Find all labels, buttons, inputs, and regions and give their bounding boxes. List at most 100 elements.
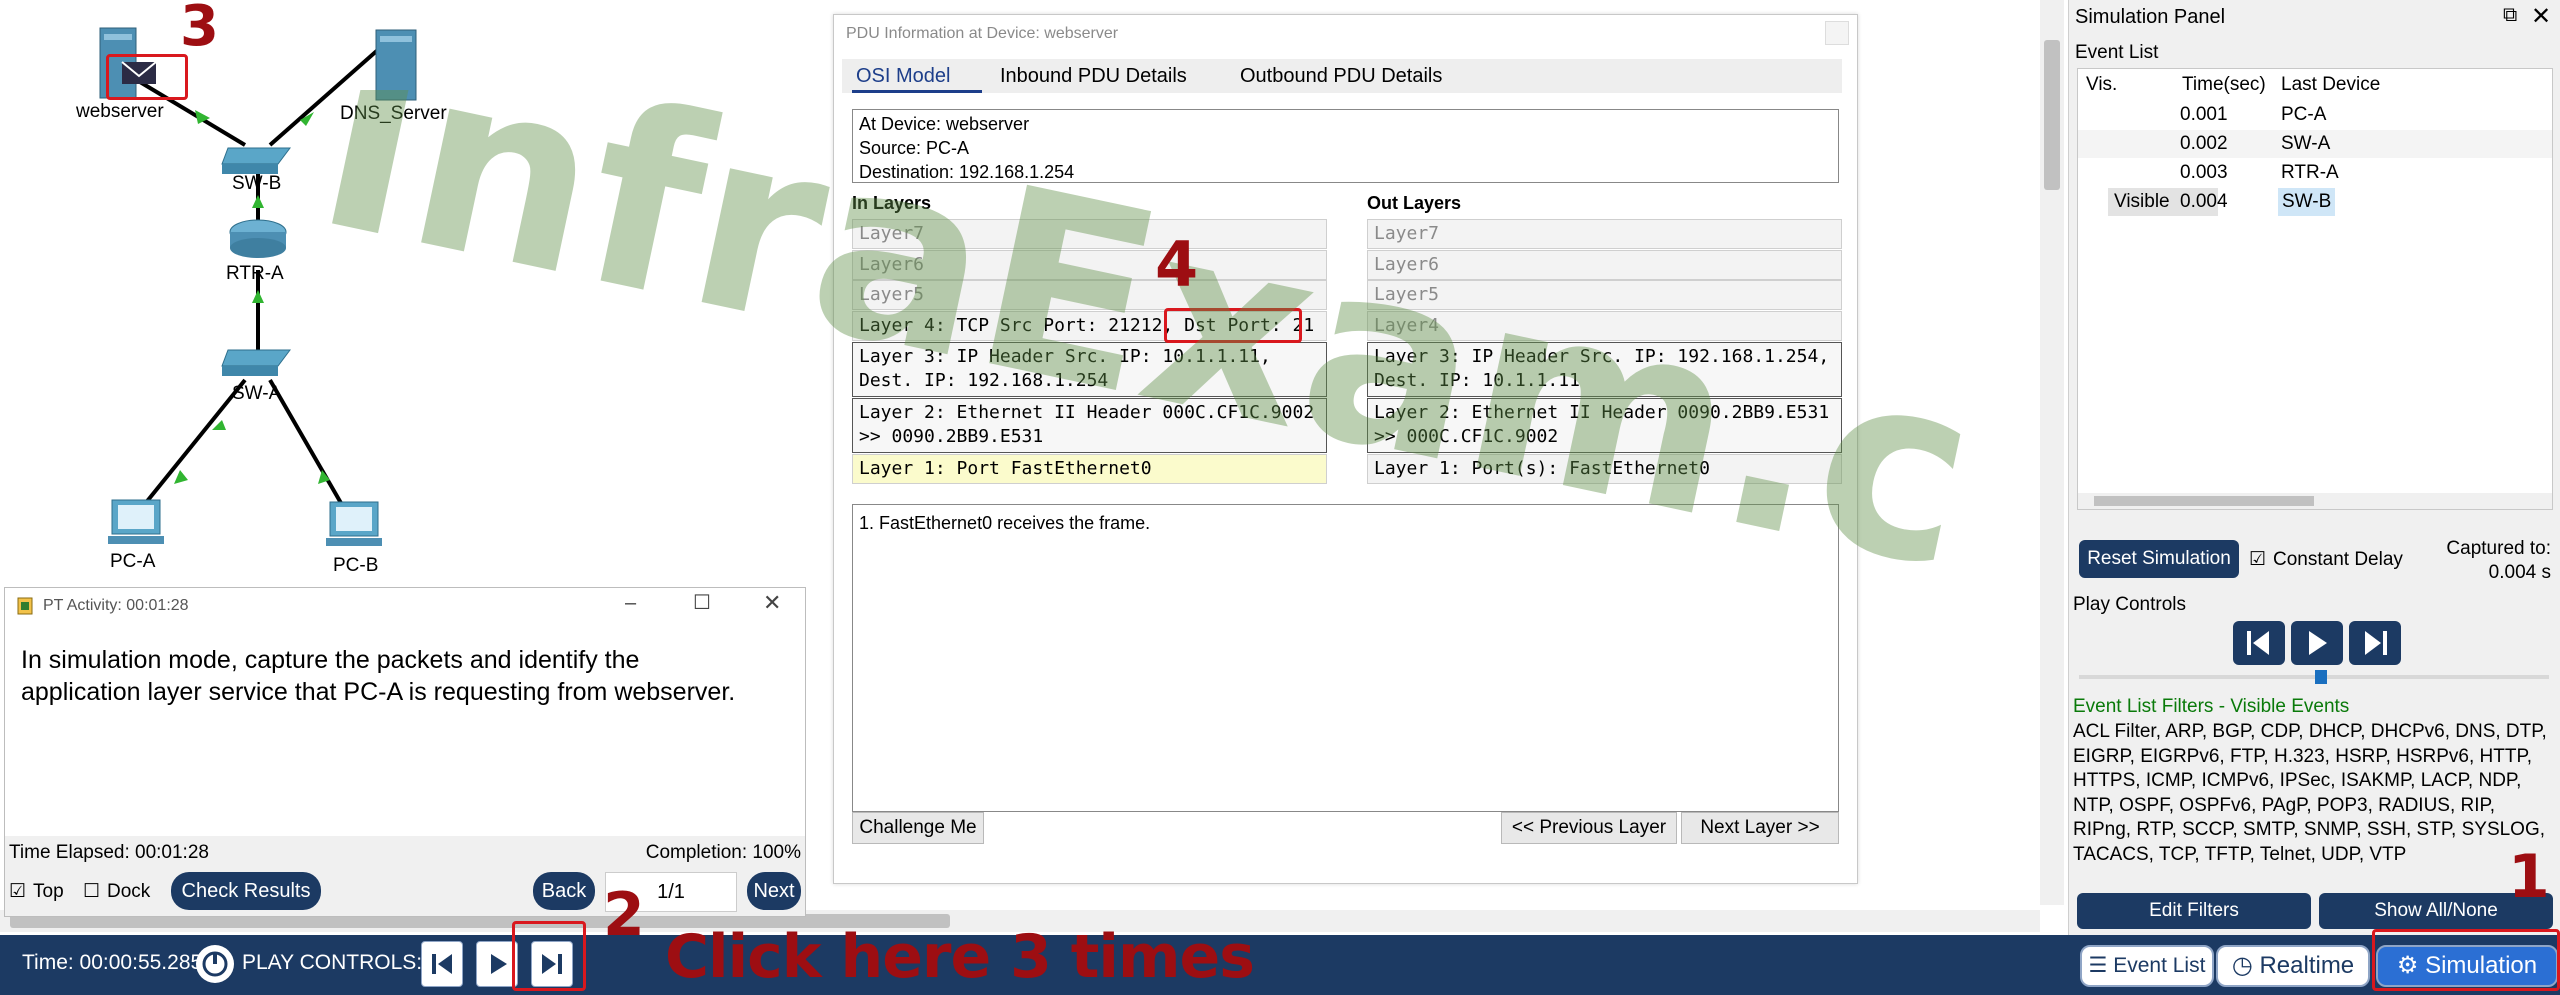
- step-forward-icon: [2365, 631, 2387, 655]
- pdu-close-button[interactable]: [1825, 21, 1849, 45]
- status-arrow: [174, 470, 188, 484]
- out-layer-4[interactable]: Layer4: [1367, 311, 1842, 341]
- in-layer-6[interactable]: Layer6: [852, 250, 1327, 280]
- maximize-icon[interactable]: ☐: [693, 590, 711, 615]
- challenge-me-button[interactable]: Challenge Me: [852, 812, 984, 844]
- event-row-selected[interactable]: Visible 0.004 SW-B: [2078, 188, 2552, 216]
- play-controls-label: Play Controls: [2073, 594, 2186, 615]
- playback-speed-slider[interactable]: [2079, 670, 2549, 684]
- annotation-click-instruction: Click here 3 times: [665, 922, 1255, 992]
- out-layer-6[interactable]: Layer6: [1367, 250, 1842, 280]
- col-time: Time(sec): [2182, 74, 2266, 95]
- status-arrow: [252, 290, 264, 303]
- pdu-tab-bar: OSI Model Inbound PDU Details Outbound P…: [842, 59, 1842, 93]
- clock-icon: ◷: [2231, 952, 2253, 979]
- top-checkbox[interactable]: ☑: [9, 880, 26, 903]
- event-row[interactable]: 0.002 SW-A: [2078, 130, 2552, 158]
- switch-b-icon[interactable]: [221, 147, 291, 174]
- activity-titlebar: PT Activity: 00:01:28 – ☐ ✕: [5, 588, 805, 624]
- previous-layer-button[interactable]: << Previous Layer: [1501, 812, 1677, 844]
- out-layer-1[interactable]: Layer 1: Port(s): FastEthernet0: [1367, 454, 1842, 484]
- close-icon[interactable]: ✕: [763, 590, 781, 616]
- in-layer-7[interactable]: Layer7: [852, 219, 1327, 249]
- event-list-title: Event List: [2075, 42, 2159, 63]
- event-row[interactable]: 0.001 PC-A: [2078, 101, 2552, 129]
- tab-osi-model[interactable]: OSI Model: [856, 65, 950, 88]
- event-time: 0.002: [2180, 133, 2228, 154]
- out-layer-5[interactable]: Layer5: [1367, 280, 1842, 310]
- play-button[interactable]: [2291, 621, 2343, 665]
- event-list-label: Event List: [2113, 954, 2206, 977]
- close-panel-icon[interactable]: ✕: [2531, 2, 2551, 31]
- explanation-text: 1. FastEthernet0 receives the frame.: [859, 513, 1151, 533]
- event-row[interactable]: 0.003 RTR-A: [2078, 159, 2552, 187]
- annotation-step-3: 3: [180, 0, 219, 59]
- annotation-box-dst-port: [1164, 308, 1302, 343]
- pdu-window-title: PDU Information at Device: webserver: [846, 25, 1119, 42]
- undock-icon[interactable]: ⧉: [2503, 4, 2517, 27]
- event-time: 0.003: [2180, 162, 2228, 183]
- captured-value: 0.004 s: [2488, 562, 2551, 583]
- simulation-panel-title: Simulation Panel: [2075, 6, 2226, 28]
- simulation-time: Time: 00:00:55.285: [22, 951, 203, 974]
- event-list-button[interactable]: ☰ Event List: [2080, 945, 2214, 987]
- in-layer-1[interactable]: Layer 1: Port FastEthernet0: [852, 454, 1327, 484]
- top-label: Top: [33, 881, 64, 902]
- in-layer-3[interactable]: Layer 3: IP Header Src. IP: 10.1.1.11, D…: [852, 342, 1327, 397]
- annotation-box-step-forward: [512, 921, 586, 991]
- step-back-icon: [2247, 631, 2269, 655]
- annotation-step-4: 4: [1155, 228, 1199, 301]
- annotation-box-envelope: [106, 54, 188, 100]
- pc-a-icon[interactable]: [108, 499, 164, 544]
- power-cycle-button[interactable]: [196, 945, 234, 983]
- layer-explanation-box: 1. FastEthernet0 receives the frame.: [852, 504, 1839, 812]
- col-last-device: Last Device: [2281, 74, 2381, 95]
- next-button[interactable]: Next: [747, 872, 801, 910]
- event-device: SW-B: [2278, 188, 2336, 216]
- dock-checkbox[interactable]: ☐: [83, 880, 100, 903]
- bottom-step-back-button[interactable]: [421, 941, 463, 987]
- switch-a-icon[interactable]: [221, 349, 291, 376]
- bottom-toolbar: Time: 00:00:55.285 PLAY CONTROLS: ☰ Even…: [0, 935, 2560, 995]
- in-layer-2[interactable]: Layer 2: Ethernet II Header 000C.CF1C.90…: [852, 398, 1327, 453]
- scrollbar-thumb[interactable]: [2094, 496, 2314, 506]
- constant-delay-checkbox[interactable]: ☑: [2249, 548, 2266, 571]
- router-a-icon[interactable]: [229, 219, 287, 258]
- workspace-vertical-scrollbar[interactable]: [2040, 0, 2064, 905]
- out-layer-7[interactable]: Layer7: [1367, 219, 1842, 249]
- webserver-label: webserver: [76, 101, 164, 122]
- out-layer-3[interactable]: Layer 3: IP Header Src. IP: 192.168.1.25…: [1367, 342, 1842, 397]
- step-back-button[interactable]: [2233, 621, 2285, 665]
- active-tab-indicator: [852, 90, 982, 93]
- realtime-mode-button[interactable]: ◷ Realtime: [2216, 945, 2370, 987]
- check-results-button[interactable]: Check Results: [171, 872, 321, 910]
- tab-inbound-pdu-details[interactable]: Inbound PDU Details: [1000, 65, 1187, 88]
- event-list-hscroll[interactable]: [2078, 493, 2552, 509]
- status-arrow: [252, 195, 264, 208]
- back-button[interactable]: Back: [533, 872, 595, 910]
- event-device: RTR-A: [2281, 162, 2339, 183]
- rtr-a-label: RTR-A: [226, 263, 284, 284]
- play-controls-caption: PLAY CONTROLS:: [242, 951, 423, 974]
- reset-simulation-button[interactable]: Reset Simulation: [2079, 540, 2239, 578]
- in-layer-5[interactable]: Layer5: [852, 280, 1327, 310]
- info-source: Source: PC-A: [859, 138, 970, 158]
- tab-outbound-pdu-details[interactable]: Outbound PDU Details: [1240, 65, 1442, 88]
- scrollbar-thumb[interactable]: [2044, 40, 2060, 190]
- annotation-step-1: 1: [2508, 842, 2550, 912]
- filters-title: Event List Filters - Visible Events: [2073, 696, 2350, 717]
- step-back-icon: [432, 954, 452, 974]
- device-info-box: At Device: webserver Source: PC-A Destin…: [852, 109, 1839, 183]
- step-forward-button[interactable]: [2349, 621, 2401, 665]
- power-cycle-icon: [202, 951, 228, 977]
- minimize-icon[interactable]: –: [625, 592, 636, 615]
- edit-filters-button[interactable]: Edit Filters: [2077, 893, 2311, 929]
- info-device: At Device: webserver: [859, 114, 1030, 134]
- filters-list: ACL Filter, ARP, BGP, CDP, DHCP, DHCPv6,…: [2073, 721, 2547, 865]
- dns-server-device-icon[interactable]: [375, 29, 417, 101]
- out-layer-2[interactable]: Layer 2: Ethernet II Header 0090.2BB9.E5…: [1367, 398, 1842, 453]
- next-layer-button[interactable]: Next Layer >>: [1681, 812, 1839, 844]
- pc-b-icon[interactable]: [326, 501, 382, 546]
- slider-handle[interactable]: [2315, 670, 2327, 684]
- event-list-header: Vis. Time(sec) Last Device: [2078, 71, 2552, 99]
